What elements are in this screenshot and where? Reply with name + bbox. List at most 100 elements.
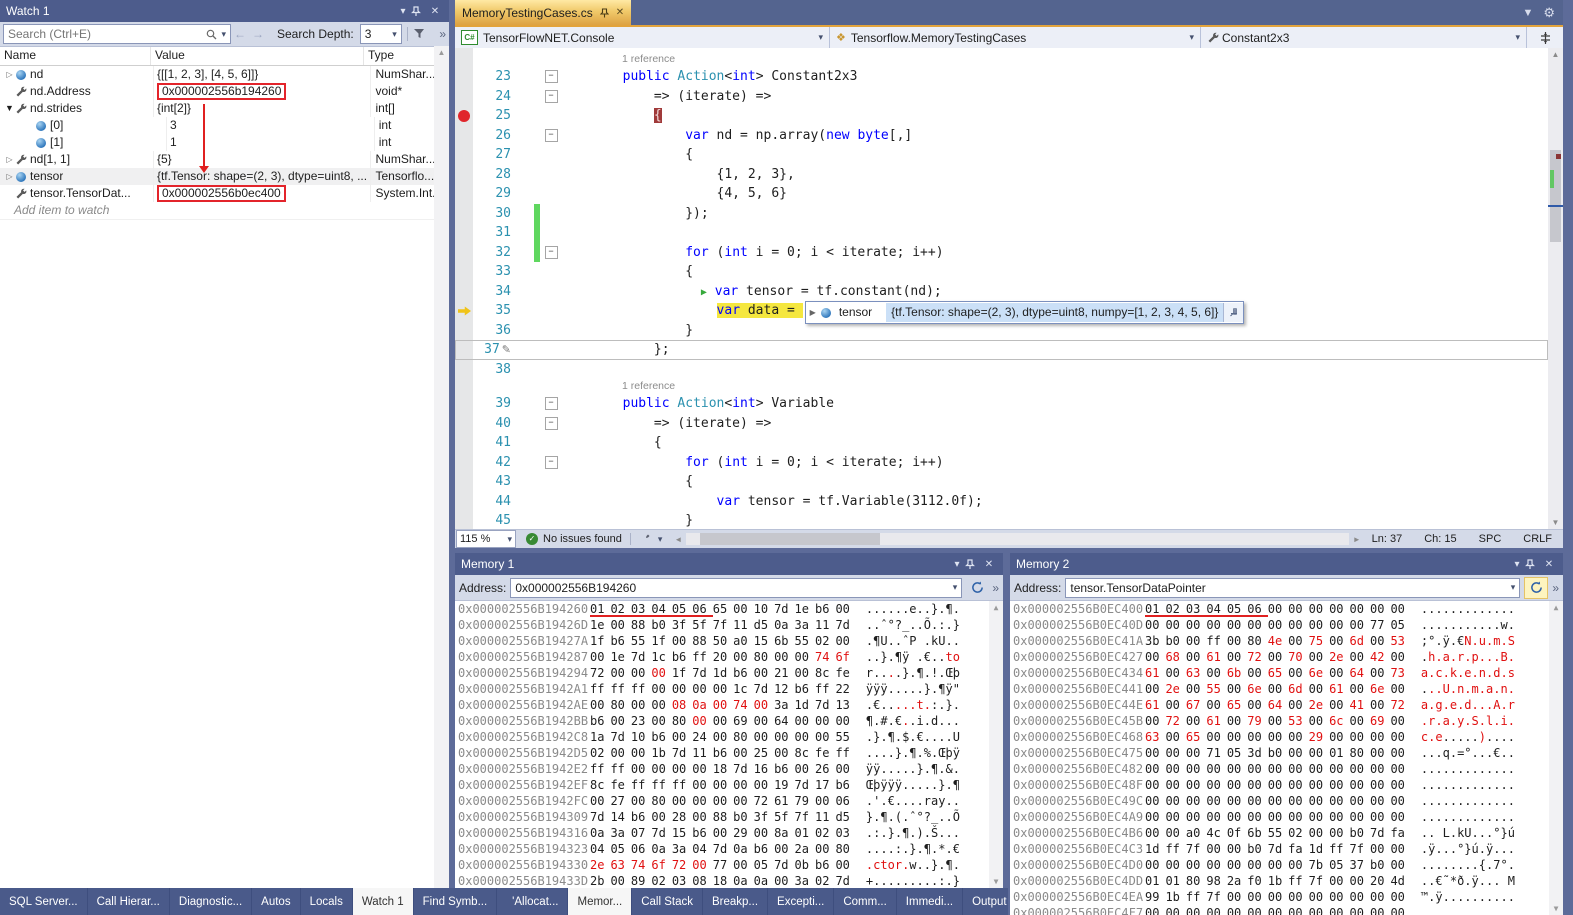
glyph-margin[interactable]: [455, 126, 473, 146]
memory-row[interactable]: 0x000002556B1942600102030405066500107d1e…: [455, 601, 1003, 617]
code-line[interactable]: 24− => (iterate) =>: [455, 87, 1548, 107]
breakpoint-glyph-margin[interactable]: [455, 106, 473, 126]
code-text[interactable]: for (int i = 0; i < iterate; i++): [560, 243, 944, 263]
code-line[interactable]: 44 var tensor = tf.Variable(3112.0f);: [455, 492, 1548, 512]
memory-row[interactable]: 0x000002556B1942C81a7d10b600240080000000…: [455, 729, 1003, 745]
tool-window-tab[interactable]: Find Symb...: [414, 888, 498, 915]
add-watch-item-row[interactable]: Add item to watch: [0, 202, 449, 220]
gear-icon[interactable]: ⚙: [1543, 5, 1555, 21]
memory1-body[interactable]: 0x000002556B1942600102030405066500107d1e…: [455, 601, 1003, 888]
memory-row[interactable]: 0x000002556B0EC4A90000000000000000000000…: [1010, 809, 1563, 825]
memory1-address-input[interactable]: 0x000002556B194260 ▾: [510, 578, 962, 598]
scroll-up-icon[interactable]: ▲: [1549, 603, 1563, 612]
code-editor-surface[interactable]: 1 reference23− public Action<int> Consta…: [455, 48, 1563, 529]
memory2-titlebar[interactable]: Memory 2 ▾ ✕: [1010, 553, 1563, 575]
memory-row[interactable]: 0x000002556B1943302e63746f72007700057d0b…: [455, 857, 1003, 873]
memory1-scrollbar[interactable]: ▲ ▼: [989, 601, 1003, 888]
outlining-margin[interactable]: −: [542, 414, 560, 434]
watch-value[interactable]: 0x000002556b0ec400: [157, 185, 286, 202]
search-dropdown-icon[interactable]: ▾: [221, 29, 226, 40]
collapse-region-icon[interactable]: −: [545, 129, 558, 142]
datatip-value[interactable]: {tf.Tensor: shape=(2, 3), dtype=uint8, n…: [886, 303, 1223, 322]
code-text[interactable]: });: [560, 204, 709, 224]
search-depth-select[interactable]: 3 ▾: [360, 24, 402, 44]
glyph-margin[interactable]: [455, 204, 473, 224]
filter-icon[interactable]: [413, 28, 426, 40]
watch-row[interactable]: ▷nd{[[1, 2, 3], [4, 5, 6]]}NumShar...: [0, 66, 449, 83]
code-text[interactable]: {4, 5, 6}: [560, 184, 787, 204]
glyph-margin[interactable]: [455, 414, 473, 434]
code-line[interactable]: 41 {: [455, 433, 1548, 453]
collapse-region-icon[interactable]: −: [545, 90, 558, 103]
code-text[interactable]: {: [560, 472, 693, 492]
collapse-region-icon[interactable]: −: [545, 246, 558, 259]
collapse-region-icon[interactable]: −: [545, 70, 558, 83]
code-text[interactable]: var nd = np.array(new byte[,]: [560, 126, 912, 146]
memory-row[interactable]: 0x000002556B0EC45B0072006100790053006c00…: [1010, 713, 1563, 729]
outlining-margin[interactable]: −: [542, 453, 560, 473]
glyph-margin[interactable]: [455, 87, 473, 107]
memory-row[interactable]: 0x000002556B0EC4270068006100720070002e00…: [1010, 649, 1563, 665]
glyph-margin[interactable]: [455, 340, 473, 360]
glyph-margin[interactable]: [455, 321, 473, 341]
watch-value[interactable]: {tf.Tensor: shape=(2, 3), dtype=uint8, .…: [157, 168, 367, 185]
glyph-margin[interactable]: [455, 223, 473, 243]
codelens-references[interactable]: 1 reference: [455, 52, 1548, 67]
split-window-icon[interactable]: [1527, 27, 1563, 48]
window-position-icon[interactable]: ▾: [949, 559, 965, 570]
memory-row[interactable]: 0x000002556B0EC4000102030405060000000000…: [1010, 601, 1563, 617]
memory-row[interactable]: 0x000002556B0EC4686300650000000000290000…: [1010, 729, 1563, 745]
back-arrow-icon[interactable]: ←: [231, 27, 249, 41]
memory-row[interactable]: 0x000002556B0EC4D000000000000000007b0537…: [1010, 857, 1563, 873]
glyph-margin[interactable]: [455, 472, 473, 492]
member-dropdown[interactable]: Constant2x3 ▾: [1201, 27, 1527, 48]
scroll-up-icon[interactable]: ▲: [989, 603, 1003, 612]
tab-list-chevron-icon[interactable]: ▼: [1522, 7, 1533, 19]
watch-value[interactable]: 3: [170, 117, 177, 134]
code-line[interactable]: 43 {: [455, 472, 1548, 492]
watch-value[interactable]: 1: [170, 134, 177, 151]
memory-row[interactable]: 0x000002556B0EC4C31dff7f0000b07dfa1dff7f…: [1010, 841, 1563, 857]
pin-icon[interactable]: [965, 559, 981, 570]
window-position-icon[interactable]: ▾: [395, 6, 411, 17]
memory-row[interactable]: 0x000002556B1943160a3a077d15b60029008a01…: [455, 825, 1003, 841]
forward-arrow-icon[interactable]: →: [249, 27, 267, 41]
code-text[interactable]: {: [560, 433, 662, 453]
watch-search-input[interactable]: Search (Ctrl+E) ▾: [3, 24, 231, 44]
code-line[interactable]: 36 }: [455, 321, 1548, 341]
breakpoint-icon[interactable]: [458, 110, 470, 122]
outlining-margin[interactable]: −: [542, 67, 560, 87]
memory-row[interactable]: 0x000002556B0EC44E61006700650064002e0041…: [1010, 697, 1563, 713]
glyph-margin[interactable]: [455, 282, 473, 302]
code-line[interactable]: 39− public Action<int> Variable: [455, 394, 1548, 414]
tool-window-tab[interactable]: Breakp...: [703, 888, 768, 915]
code-line[interactable]: 33 {: [455, 262, 1548, 282]
expander-icon[interactable]: ▼: [4, 100, 15, 117]
tool-window-tab[interactable]: Output: [963, 888, 1008, 915]
formatting-brush-icon[interactable]: ▾: [639, 533, 663, 545]
memory-row[interactable]: 0x000002556B0EC434610063006b0065006e0064…: [1010, 665, 1563, 681]
tool-window-tab[interactable]: Locals: [301, 888, 353, 915]
codelens-references[interactable]: 1 reference: [455, 379, 1548, 394]
collapse-region-icon[interactable]: −: [545, 397, 558, 410]
tool-window-tab[interactable]: Call Stack: [632, 888, 703, 915]
document-tab[interactable]: MemoryTestingCases.cs ✕: [455, 0, 631, 25]
pin-icon[interactable]: [411, 6, 427, 17]
watch-row[interactable]: tensor.TensorDat...0x000002556b0ec400Sys…: [0, 185, 449, 202]
toolbar-overflow-icon[interactable]: »: [1552, 581, 1559, 595]
watch-row[interactable]: nd.Address0x000002556b194260void*: [0, 83, 449, 100]
code-text[interactable]: {1, 2, 3},: [560, 165, 795, 185]
memory-row[interactable]: 0x000002556B0EC40D0000000000000000000000…: [1010, 617, 1563, 633]
memory-row[interactable]: 0x000002556B0EC4B60000a04c0f6b55020000b0…: [1010, 825, 1563, 841]
memory-row[interactable]: 0x000002556B0EC49C0000000000000000000000…: [1010, 793, 1563, 809]
code-line[interactable]: 37✎ };: [455, 340, 1548, 360]
glyph-margin[interactable]: [455, 360, 473, 380]
glyph-margin[interactable]: [455, 433, 473, 453]
code-text[interactable]: {: [560, 262, 693, 282]
memory-row[interactable]: 0x000002556B0EC4F70000000000000000000000…: [1010, 905, 1563, 915]
glyph-margin[interactable]: [455, 262, 473, 282]
glyph-margin[interactable]: [455, 453, 473, 473]
memory-row[interactable]: 0x000002556B194287001e7d1cb6ff2000800000…: [455, 649, 1003, 665]
close-icon[interactable]: ✕: [981, 559, 997, 570]
code-line[interactable]: 35 var data = ▶tensor{tf.Tensor: shape=(…: [455, 301, 1548, 321]
